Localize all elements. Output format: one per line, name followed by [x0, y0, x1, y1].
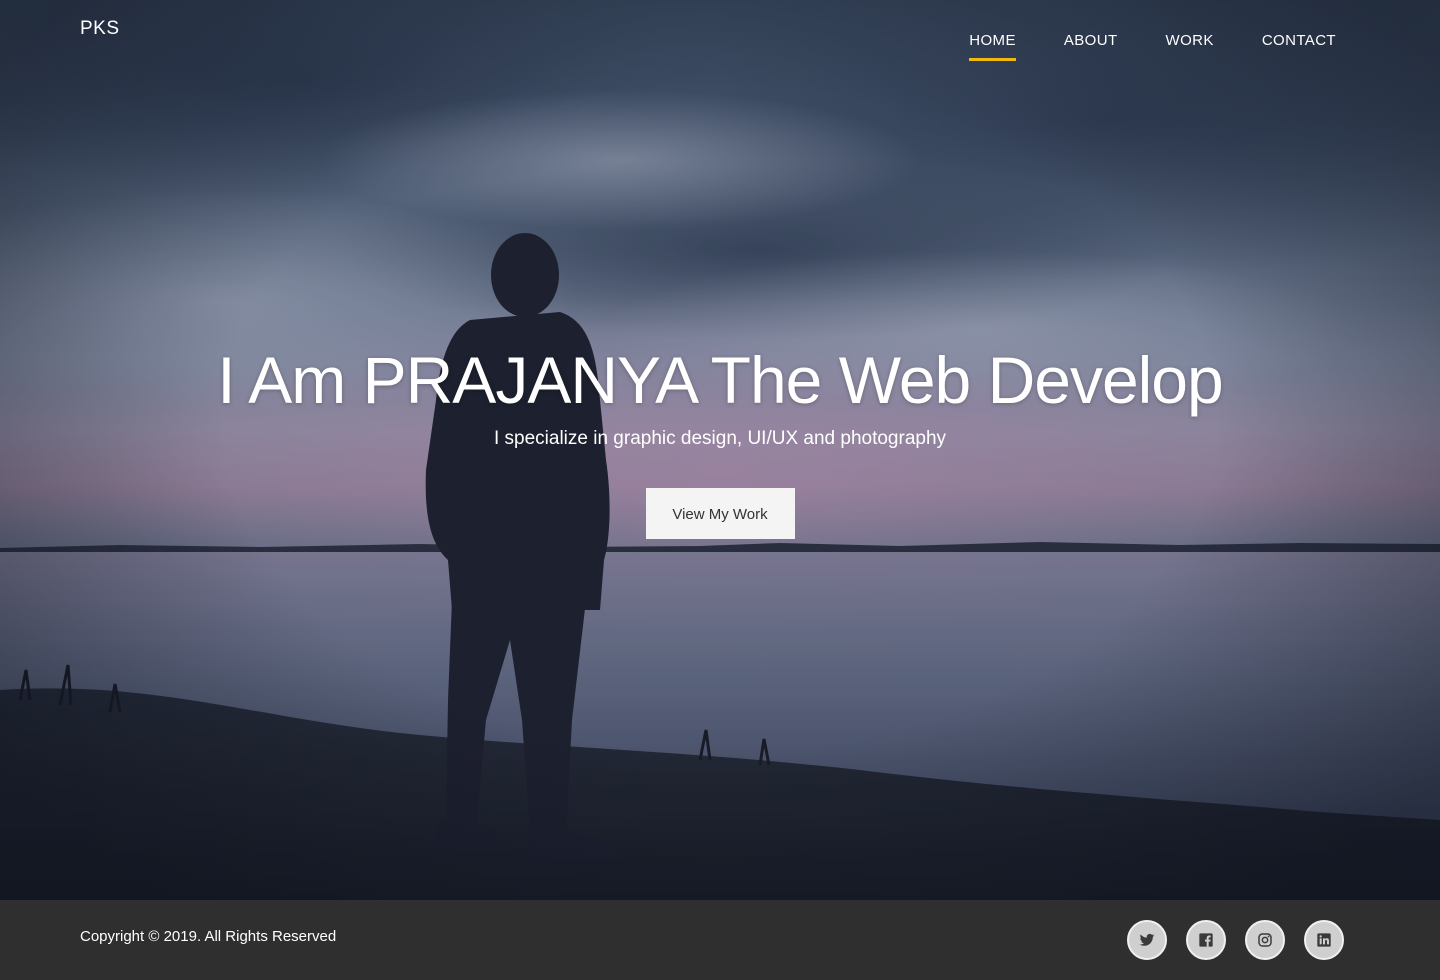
social-links [1127, 920, 1344, 960]
linkedin-icon [1317, 933, 1331, 947]
copyright-text: Copyright © 2019. All Rights Reserved [80, 928, 337, 945]
nav-about[interactable]: ABOUT [1064, 32, 1118, 61]
nav-contact[interactable]: CONTACT [1262, 32, 1336, 61]
facebook-button[interactable] [1186, 920, 1226, 960]
main-nav: HOME ABOUT WORK CONTACT [969, 32, 1336, 61]
nav-work[interactable]: WORK [1166, 32, 1214, 61]
hero-title: I Am PRAJANYA The Web Develop [217, 343, 1223, 417]
nav-home[interactable]: HOME [969, 32, 1016, 61]
hero-subtitle: I specialize in graphic design, UI/UX an… [493, 428, 947, 449]
hero-content: I Am PRAJANYA The Web Develop I speciali… [0, 340, 1440, 539]
page: PKS HOME ABOUT WORK CONTACT I Am PRAJANY… [0, 0, 1440, 980]
site-logo[interactable]: PKS [80, 18, 120, 40]
twitter-icon [1139, 933, 1155, 946]
hero-section: PKS HOME ABOUT WORK CONTACT I Am PRAJANY… [0, 0, 1440, 900]
linkedin-button[interactable] [1304, 920, 1344, 960]
instagram-button[interactable] [1245, 920, 1285, 960]
twitter-button[interactable] [1127, 920, 1167, 960]
instagram-icon [1258, 933, 1272, 947]
footer: Copyright © 2019. All Rights Reserved [0, 900, 1440, 980]
view-my-work-button[interactable]: View My Work [645, 488, 795, 539]
facebook-icon [1199, 933, 1213, 947]
